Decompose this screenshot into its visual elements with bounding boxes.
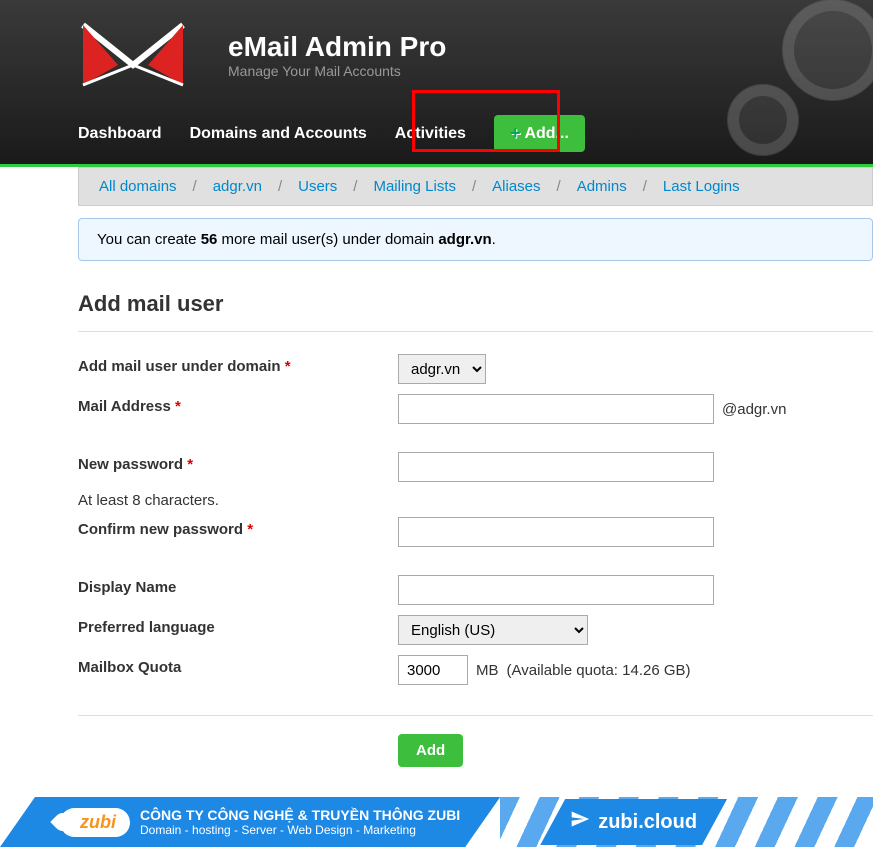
paper-plane-icon: [570, 809, 590, 835]
breadcrumb-all-domains[interactable]: All domains: [99, 178, 177, 195]
language-select[interactable]: English (US): [398, 615, 588, 645]
breadcrumb-admins[interactable]: Admins: [577, 178, 627, 195]
nav-domains-accounts[interactable]: Domains and Accounts: [190, 125, 367, 143]
new-password-input[interactable]: [398, 452, 714, 482]
label-domain: Add mail user under domain: [78, 358, 281, 375]
label-confirm-password: Confirm new password: [78, 521, 243, 538]
divider: [78, 715, 873, 716]
mail-address-input[interactable]: [398, 394, 714, 424]
label-new-password: New password: [78, 456, 183, 473]
logo-icon: [78, 20, 188, 90]
breadcrumb: All domains / adgr.vn / Users / Mailing …: [78, 167, 873, 206]
page-title: Add mail user: [78, 273, 873, 332]
domain-select[interactable]: adgr.vn: [398, 354, 486, 384]
footer-tagline: Domain - hosting - Server - Web Design -…: [140, 823, 460, 837]
notice-count: 56: [201, 231, 218, 248]
label-language: Preferred language: [78, 619, 215, 636]
mail-suffix: @adgr.vn: [722, 401, 786, 418]
display-name-input[interactable]: [398, 575, 714, 605]
brand-subtitle: Manage Your Mail Accounts: [228, 63, 446, 79]
header: eMail Admin Pro Manage Your Mail Account…: [0, 0, 873, 164]
footer-cloud-text: zubi.cloud: [598, 811, 697, 834]
info-notice: You can create 56 more mail user(s) unde…: [78, 218, 873, 261]
quota-unit: MB: [476, 662, 499, 679]
breadcrumb-aliases[interactable]: Aliases: [492, 178, 540, 195]
footer-cloud-link[interactable]: zubi.cloud: [540, 799, 727, 845]
zubi-logo-icon: zubi: [60, 808, 130, 837]
password-hint: At least 8 characters.: [78, 492, 873, 509]
label-mail-address: Mail Address: [78, 398, 171, 415]
footer-company: CÔNG TY CÔNG NGHỆ & TRUYỀN THÔNG ZUBI: [140, 807, 460, 823]
breadcrumb-users[interactable]: Users: [298, 178, 337, 195]
add-user-form: Add mail user under domain * adgr.vn Mai…: [78, 354, 873, 767]
main-nav: Dashboard Domains and Accounts Activitie…: [0, 100, 873, 164]
nav-activities[interactable]: Activities: [395, 125, 466, 143]
notice-domain: adgr.vn: [438, 231, 491, 248]
add-button-label: Add...: [524, 125, 568, 143]
breadcrumb-domain[interactable]: adgr.vn: [213, 178, 262, 195]
quota-input[interactable]: [398, 655, 468, 685]
plus-icon: +: [510, 123, 521, 144]
brand-title: eMail Admin Pro: [228, 31, 446, 63]
add-button[interactable]: + Add...: [494, 115, 585, 152]
quota-hint: (Available quota: 14.26 GB): [507, 662, 691, 679]
submit-add-button[interactable]: Add: [398, 734, 463, 767]
label-display-name: Display Name: [78, 579, 176, 596]
nav-dashboard[interactable]: Dashboard: [78, 125, 162, 143]
footer: zubi CÔNG TY CÔNG NGHỆ & TRUYỀN THÔNG ZU…: [0, 797, 873, 847]
confirm-password-input[interactable]: [398, 517, 714, 547]
label-quota: Mailbox Quota: [78, 659, 181, 676]
breadcrumb-mailing-lists[interactable]: Mailing Lists: [373, 178, 456, 195]
breadcrumb-last-logins[interactable]: Last Logins: [663, 178, 740, 195]
